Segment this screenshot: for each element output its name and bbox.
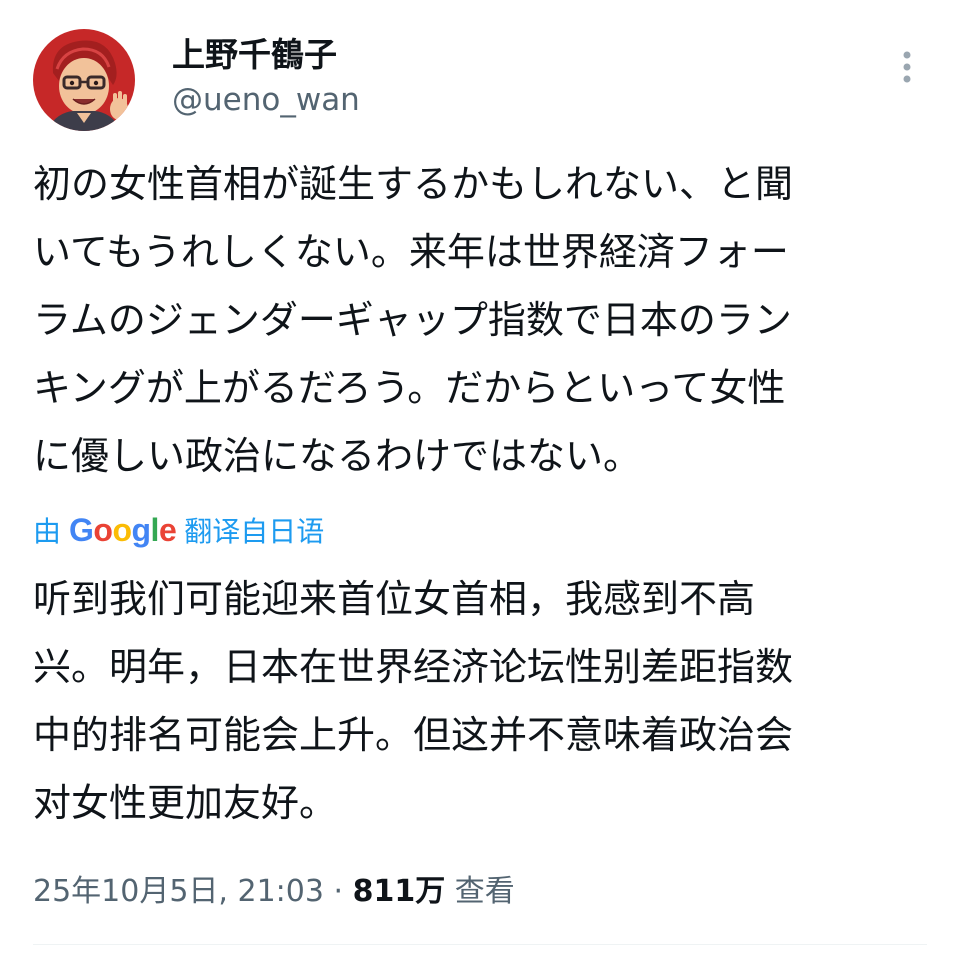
views-label: 查看	[454, 874, 515, 909]
post-text-line: 对女性更加友好。	[33, 781, 338, 825]
google-logo-letter: e	[158, 511, 177, 548]
post-timestamp[interactable]: 25年10月5日, 21:03	[33, 874, 324, 909]
divider	[33, 944, 927, 945]
post-text-translated: 听到我们可能迎来首位女首相，我感到不高 兴。明年，日本在世界经济论坛性别差距指数…	[33, 565, 933, 837]
post-meta: 25年10月5日, 21:03 · 811万 查看	[33, 866, 515, 918]
translation-attribution[interactable]: 由 Google 翻译自日语	[33, 508, 324, 552]
translation-suffix: 翻译自日语	[184, 515, 325, 548]
post-text-line: いてもうれしくない。来年は世界経済フォー	[33, 230, 789, 274]
google-logo-letter: o	[93, 511, 113, 548]
post-text-original: 初の女性首相が誕生するかもしれない、と聞 いてもうれしくない。来年は世界経済フォ…	[33, 150, 933, 490]
post-text-line: に優しい政治になるわけではない。	[33, 434, 642, 478]
meta-separator: ·	[333, 874, 344, 909]
post-text-line: 兴。明年，日本在世界经济论坛性别差距指数	[33, 645, 794, 689]
translation-prefix: 由	[33, 515, 62, 548]
views-count: 811万	[352, 874, 446, 909]
cartoon-avatar-icon	[33, 29, 135, 131]
author-handle[interactable]: @ueno_wan	[172, 80, 360, 120]
google-logo-letter: G	[69, 511, 94, 548]
post-text-line: 初の女性首相が誕生するかもしれない、と聞	[33, 162, 794, 206]
google-logo-letter: g	[131, 511, 152, 548]
author-display-name[interactable]: 上野千鶴子	[172, 34, 337, 76]
more-options-button[interactable]	[894, 48, 920, 88]
avatar[interactable]	[33, 29, 135, 131]
google-logo-letter: o	[112, 511, 132, 548]
post-text-line: ラムのジェンダーギャップ指数で日本のラン	[33, 298, 792, 342]
google-logo: Google	[69, 511, 177, 549]
post-text-line: 听到我们可能迎来首位女首相，我感到不高	[33, 577, 756, 621]
post-text-line: キングが上がるだろう。だからといって女性	[33, 366, 786, 410]
post-card: 上野千鶴子 @ueno_wan 初の女性首相が誕生するかもしれない、と聞 いても…	[0, 0, 960, 959]
post-text-line: 中的排名可能会上升。但这并不意味着政治会	[33, 713, 794, 757]
google-logo-letter: l	[150, 511, 160, 548]
more-vertical-icon	[903, 51, 911, 83]
